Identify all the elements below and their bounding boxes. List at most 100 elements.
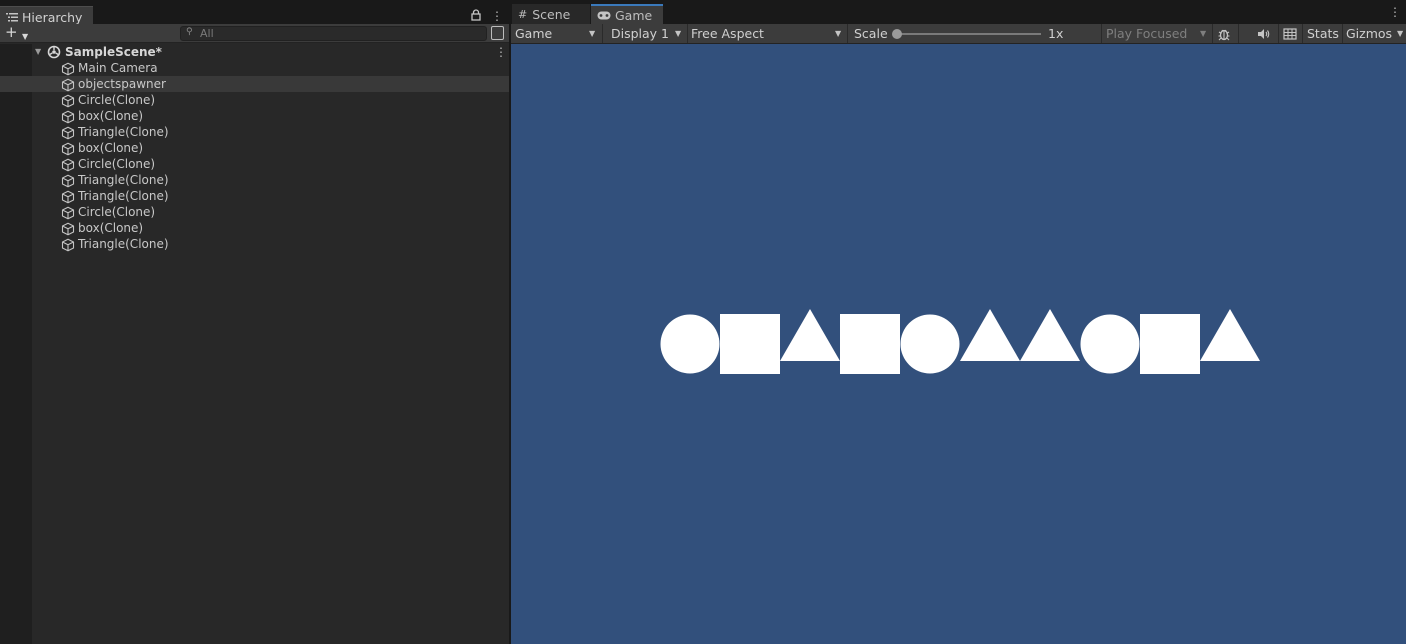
view-mode-dropdown[interactable]: Game [515, 24, 552, 43]
triangle-shape [1020, 309, 1080, 361]
toolbar-separator [1302, 24, 1303, 43]
toolbar-separator [1342, 24, 1343, 43]
hierarchy-item[interactable]: box(Clone) [0, 140, 509, 156]
lock-icon[interactable] [471, 9, 481, 21]
caret-down-icon: ▼ [835, 29, 842, 38]
tab-game-label: Game [615, 7, 653, 23]
hierarchy-item-label: Triangle(Clone) [78, 237, 169, 251]
hierarchy-item[interactable]: Main Camera [0, 60, 509, 76]
aspect-dropdown[interactable]: Free Aspect [691, 24, 764, 43]
scale-slider-track[interactable] [897, 33, 1041, 35]
tab-scene-label: Scene [532, 6, 571, 22]
gameobject-cube-icon [61, 110, 75, 124]
gizmos-button[interactable]: Gizmos [1346, 24, 1392, 43]
hierarchy-tab-bar: Hierarchy ⋮ [0, 0, 509, 27]
hierarchy-item[interactable]: box(Clone) [0, 220, 509, 236]
speaker-icon[interactable] [1256, 27, 1270, 41]
search-icon: ⚲ [186, 27, 193, 37]
caret-down-icon: ▼ [22, 32, 29, 41]
box-shape [840, 314, 900, 374]
hierarchy-item-label: box(Clone) [78, 221, 144, 235]
scale-label: Scale [854, 26, 888, 41]
plus-icon: + [5, 23, 18, 41]
gameobject-cube-icon [61, 126, 75, 140]
gameobject-cube-icon [61, 222, 75, 236]
hierarchy-item[interactable]: Triangle(Clone) [0, 236, 509, 252]
scale-slider-handle[interactable] [892, 29, 902, 39]
gameobject-cube-icon [61, 142, 75, 156]
resolution-grid-icon[interactable] [1283, 27, 1297, 41]
bug-icon[interactable] [1217, 27, 1231, 41]
tab-scene[interactable]: # Scene [512, 4, 590, 24]
tab-game[interactable]: Game [591, 4, 663, 24]
box-shape [1140, 314, 1200, 374]
hierarchy-item[interactable]: Circle(Clone) [0, 204, 509, 220]
toolbar-separator [1238, 24, 1239, 43]
gameobject-cube-icon [61, 238, 75, 252]
hierarchy-item-label: Circle(Clone) [78, 93, 156, 107]
toolbar-separator [1101, 24, 1102, 43]
circle-shape [660, 314, 720, 374]
triangle-shape [780, 309, 840, 361]
hierarchy-item[interactable]: Triangle(Clone) [0, 124, 509, 140]
hierarchy-item-label: Circle(Clone) [78, 205, 156, 219]
caret-down-icon: ▼ [589, 29, 596, 38]
gameobject-cube-icon [61, 190, 75, 204]
toolbar-separator [1212, 24, 1213, 43]
hierarchy-panel-controls: ⋮ [471, 9, 503, 23]
scene-search-icon[interactable] [491, 26, 504, 40]
kebab-menu-icon[interactable]: ⋮ [491, 9, 503, 23]
display-dropdown[interactable]: Display 1 [611, 24, 669, 43]
hierarchy-item[interactable]: objectspawner [0, 76, 509, 92]
game-tab-bar: # Scene Game ⋮ [511, 0, 1406, 24]
game-toolbar: Game ▼ Display 1 ▼ Free Aspect ▼ Scale 1… [511, 24, 1406, 44]
gameobject-cube-icon [61, 62, 75, 76]
hierarchy-item-label: Triangle(Clone) [78, 189, 169, 203]
add-object-button[interactable]: + ▼ [5, 23, 33, 42]
hierarchy-item[interactable]: Circle(Clone) [0, 156, 509, 172]
caret-down-icon: ▼ [1397, 29, 1404, 38]
hierarchy-item-label: Main Camera [78, 61, 158, 75]
toolbar-separator [1278, 24, 1279, 43]
caret-down-icon: ▼ [1200, 29, 1207, 38]
hierarchy-item-label: Circle(Clone) [78, 157, 156, 171]
circle-shape [1080, 314, 1140, 374]
hierarchy-search-input[interactable]: ⚲ All [180, 26, 487, 41]
hierarchy-item[interactable]: Circle(Clone) [0, 92, 509, 108]
hierarchy-item[interactable]: Triangle(Clone) [0, 188, 509, 204]
triangle-shape [1200, 309, 1260, 361]
play-mode-dropdown[interactable]: Play Focused [1106, 24, 1187, 43]
stats-button[interactable]: Stats [1307, 24, 1339, 43]
box-shape [720, 314, 780, 374]
toolbar-separator [847, 24, 848, 43]
hierarchy-item-label: objectspawner [78, 77, 166, 91]
hierarchy-toolbar: + ▼ ⚲ All [0, 24, 509, 43]
tab-hierarchy-label: Hierarchy [22, 9, 83, 25]
hierarchy-panel: Hierarchy ⋮ + ▼ ⚲ All ▼ SampleScene* ⋮ M… [0, 0, 509, 644]
toolbar-separator [687, 24, 688, 43]
game-render [660, 309, 1260, 374]
hierarchy-item-label: box(Clone) [78, 141, 144, 155]
gameobject-cube-icon [61, 174, 75, 188]
circle-shape [900, 314, 960, 374]
hierarchy-item[interactable]: box(Clone) [0, 108, 509, 124]
toolbar-separator [602, 24, 603, 43]
game-panel: # Scene Game ⋮ Game ▼ Display 1 ▼ Free A… [511, 0, 1406, 644]
scale-value: 1x [1048, 26, 1064, 41]
kebab-menu-icon[interactable]: ⋮ [495, 45, 507, 59]
gameobject-cube-icon [61, 206, 75, 220]
hierarchy-item[interactable]: Triangle(Clone) [0, 172, 509, 188]
grid-icon: # [518, 7, 528, 21]
scene-name: SampleScene* [65, 45, 162, 59]
gameobject-cube-icon [61, 78, 75, 92]
hierarchy-item-label: Triangle(Clone) [78, 125, 169, 139]
scene-root-row[interactable]: ▼ SampleScene* ⋮ [0, 44, 509, 60]
game-view[interactable] [511, 44, 1406, 644]
caret-down-icon: ▼ [675, 29, 682, 38]
unity-scene-icon [47, 45, 61, 59]
triangle-shape [960, 309, 1020, 361]
kebab-menu-icon[interactable]: ⋮ [1389, 5, 1401, 19]
gameobject-cube-icon [61, 158, 75, 172]
list-icon [6, 13, 18, 22]
foldout-arrow-icon[interactable]: ▼ [35, 47, 41, 56]
